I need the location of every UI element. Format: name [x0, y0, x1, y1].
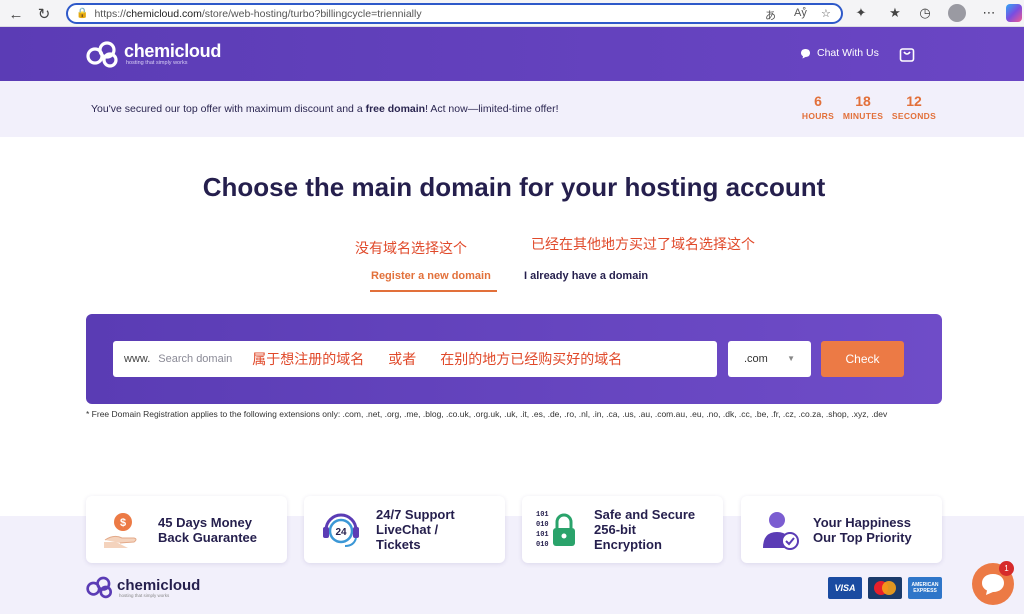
www-prefix: www.	[124, 353, 151, 365]
mastercard-icon	[868, 577, 902, 599]
read-aloud-icon[interactable]: Aẙ	[794, 7, 807, 19]
tld-value: .com	[744, 353, 768, 365]
amex-card-icon: AMERICAN EXPRESS	[908, 577, 942, 599]
footer-logo-name[interactable]: chemicloud	[117, 577, 200, 594]
history-icon[interactable]: ◷	[916, 4, 934, 22]
address-bar[interactable]: 🔒 https://chemicloud.com/store/web-hosti…	[66, 3, 843, 24]
feature-card-support: 24 24/7 Support LiveChat / Tickets	[304, 496, 505, 563]
happy-customer-icon	[763, 512, 799, 550]
offer-text: You've secured our top offer with maximu…	[91, 103, 559, 115]
svg-text:24: 24	[335, 527, 347, 538]
feature-card-security: 101 010 101 010 Safe and Secure 256-bit Encry…	[522, 496, 723, 563]
more-menu-icon[interactable]: ⋯	[980, 4, 998, 22]
extensions-icon[interactable]: ✦	[852, 4, 870, 22]
svg-text:101: 101	[536, 511, 549, 519]
page-title: Choose the main domain for your hosting …	[202, 172, 826, 202]
footer-logo-icon[interactable]	[86, 575, 114, 599]
support-24-icon: 24	[323, 513, 359, 547]
timer-seconds: 12 SECONDS	[891, 93, 937, 121]
annotation-domain-1: 属于想注册的域名	[252, 351, 365, 367]
feature-text: 45 Days Money Back Guarantee	[158, 515, 257, 545]
back-icon[interactable]: ←	[6, 4, 26, 24]
visa-card-icon: VISA	[828, 577, 862, 599]
favorites-icon[interactable]: ★	[886, 4, 904, 22]
chat-with-us-link[interactable]: Chat With Us	[800, 47, 879, 59]
tld-select[interactable]: .com ▼	[728, 341, 811, 377]
feature-text: Safe and Secure 256-bit Encryption	[594, 507, 696, 552]
chat-with-us-label: Chat With Us	[817, 47, 879, 59]
tab-register-new-domain[interactable]: Register a new domain	[371, 270, 491, 282]
cart-icon[interactable]	[898, 45, 916, 63]
feature-text: Your Happiness Our Top Priority	[813, 515, 912, 545]
footer-logo-tagline: hosting that simply works	[119, 593, 170, 598]
logo-tagline: hosting that simply works	[126, 60, 188, 66]
feature-card-money-back: $ 45 Days Money Back Guarantee	[86, 496, 287, 563]
page-info-icon[interactable]: 🔒	[76, 8, 88, 19]
annotation-no-domain: 没有域名选择这个	[355, 240, 467, 256]
search-placeholder: Search domain	[158, 353, 233, 365]
svg-text:101: 101	[536, 531, 549, 539]
copilot-icon[interactable]	[1006, 4, 1022, 22]
annotation-domain-2: 或者	[388, 351, 417, 367]
svg-text:$: $	[120, 517, 126, 529]
chemicloud-logo-icon[interactable]	[86, 40, 120, 68]
lock-icon: 101 010 101 010	[536, 511, 575, 549]
offer-banner: You've secured our top offer with maximu…	[0, 81, 1024, 137]
active-tab-underline	[370, 290, 497, 292]
svg-text:010: 010	[536, 541, 549, 549]
timer-hours: 6 HOURS	[801, 93, 835, 121]
timer-minutes: 18 MINUTES	[842, 93, 884, 121]
feature-text: 24/7 Support LiveChat / Tickets	[376, 507, 455, 552]
tab-already-have-domain[interactable]: I already have a domain	[524, 270, 648, 282]
money-back-icon: $	[104, 513, 137, 548]
browser-toolbar: ← ↻ 🔒 https://chemicloud.com/store/web-h…	[0, 0, 1024, 27]
annotation-have-domain: 已经在其他地方买过了域名选择这个	[531, 236, 755, 252]
site-header: chemicloud hosting that simply works Cha…	[0, 27, 1024, 81]
url-text: https://chemicloud.com/store/web-hosting…	[94, 7, 422, 20]
svg-text:010: 010	[536, 521, 549, 529]
translate-icon[interactable]: あ	[765, 7, 776, 23]
favorite-star-icon[interactable]: ☆	[821, 7, 831, 20]
profile-avatar[interactable]	[948, 4, 966, 22]
reload-icon[interactable]: ↻	[34, 4, 54, 24]
feature-card-happiness: Your Happiness Our Top Priority	[741, 496, 942, 563]
annotation-domain-3: 在别的地方已经购买好的域名	[440, 351, 623, 367]
free-domain-note: * Free Domain Registration applies to th…	[86, 409, 888, 419]
chevron-down-icon: ▼	[787, 354, 795, 363]
check-button[interactable]: Check	[821, 341, 904, 377]
domain-search-input[interactable]: www. Search domain 属于想注册的域名 或者 在别的地方已经购买…	[113, 341, 717, 377]
chat-notification-badge: 1	[999, 561, 1014, 576]
chat-bubble-icon	[801, 48, 810, 58]
logo-name[interactable]: chemicloud	[124, 41, 221, 62]
